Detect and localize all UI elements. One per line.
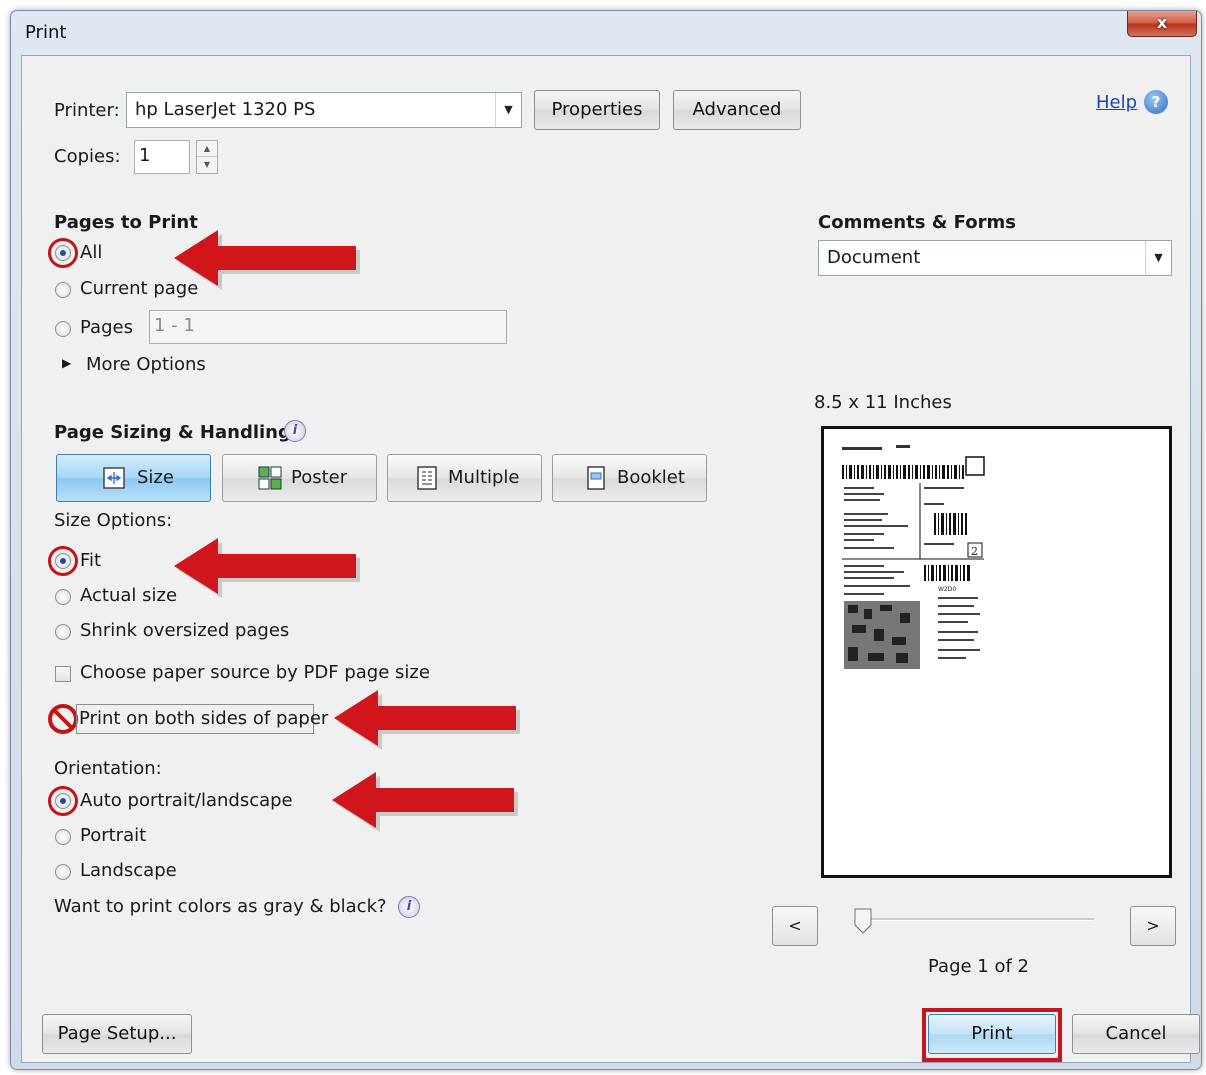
radio-landscape[interactable] [55, 864, 71, 880]
comments-forms-heading: Comments & Forms [818, 212, 1016, 233]
annotation-arrow-icon [174, 230, 360, 290]
multiple-pages-icon [417, 466, 437, 490]
paper-source-label: Choose paper source by PDF page size [80, 662, 430, 683]
info-icon[interactable]: i [284, 420, 306, 442]
printer-select[interactable]: hp LaserJet 1320 PS ▼ [126, 92, 522, 128]
copies-stepper[interactable]: ▲ ▼ [196, 140, 218, 174]
expand-triangle-icon[interactable]: ▶ [62, 356, 71, 370]
radio-shrink-oversized-label: Shrink oversized pages [80, 620, 290, 641]
size-icon [103, 467, 125, 489]
advanced-button[interactable]: Advanced [673, 90, 801, 130]
print-button[interactable]: Print [928, 1014, 1056, 1054]
next-page-button[interactable]: > [1130, 906, 1176, 946]
pages-range-input[interactable]: 1 - 1 [149, 310, 507, 344]
radio-auto-orientation-label: Auto portrait/landscape [80, 790, 293, 811]
grayscale-label: Want to print colors as gray & black? [54, 896, 387, 917]
page-setup-button[interactable]: Page Setup... [42, 1014, 192, 1054]
duplex-option[interactable]: Print on both sides of paper [76, 704, 328, 734]
tab-size-label: Size [137, 467, 174, 488]
comments-forms-value: Document [827, 247, 921, 268]
preview-size-label: 8.5 x 11 Inches [814, 392, 952, 413]
poster-icon [258, 466, 282, 490]
dialog-body: Printer: hp LaserJet 1320 PS ▼ Propertie… [21, 55, 1200, 1063]
chevron-down-icon: ▼ [1145, 241, 1171, 275]
shipping-label-thumbnail: 2 W2D0 [840, 443, 990, 673]
radio-actual-size[interactable] [55, 589, 71, 605]
tab-multiple-label: Multiple [448, 467, 520, 488]
cancel-button[interactable]: Cancel [1072, 1014, 1200, 1054]
radio-current-page[interactable] [55, 282, 71, 298]
radio-auto-orientation[interactable] [55, 793, 71, 809]
help-link[interactable]: Help [1096, 92, 1137, 113]
info-icon[interactable]: i [398, 896, 420, 918]
page-slider-track[interactable] [858, 918, 1094, 921]
annotation-arrow-icon [174, 538, 360, 598]
close-button[interactable]: x [1127, 11, 1197, 37]
tab-multiple[interactable]: Multiple [387, 454, 542, 502]
page-preview: 2 W2D0 [821, 426, 1172, 878]
chevron-down-icon: ▼ [495, 93, 521, 127]
radio-pages[interactable] [55, 321, 71, 337]
copies-label: Copies: [54, 146, 121, 167]
annotation-arrow-icon [332, 772, 518, 832]
page-slider-thumb[interactable] [854, 908, 872, 934]
properties-button[interactable]: Properties [534, 90, 660, 130]
print-dialog: Print x Printer: hp LaserJet 1320 PS ▼ P… [10, 10, 1202, 1070]
radio-actual-size-label: Actual size [80, 585, 178, 606]
stepper-down-icon[interactable]: ▼ [197, 157, 217, 173]
page-status: Page 1 of 2 [928, 956, 1029, 977]
radio-portrait-label: Portrait [80, 825, 147, 846]
comments-forms-select[interactable]: Document ▼ [818, 240, 1172, 276]
tab-size[interactable]: Size [56, 454, 211, 502]
radio-all-label: All [80, 242, 103, 263]
radio-portrait[interactable] [55, 829, 71, 845]
duplex-label: Print on both sides of paper [79, 708, 329, 729]
radio-all[interactable] [55, 245, 71, 261]
stepper-up-icon[interactable]: ▲ [197, 141, 217, 157]
orientation-label: Orientation: [54, 758, 162, 779]
prev-page-button[interactable]: < [772, 906, 818, 946]
help-icon[interactable]: ? [1144, 90, 1168, 114]
tab-booklet-label: Booklet [617, 467, 685, 488]
more-options-toggle[interactable]: More Options [86, 354, 206, 375]
radio-fit-label: Fit [80, 550, 102, 571]
radio-pages-label: Pages [80, 317, 133, 338]
size-options-label: Size Options: [54, 510, 173, 531]
radio-fit[interactable] [55, 553, 71, 569]
tab-booklet[interactable]: Booklet [552, 454, 707, 502]
booklet-icon [587, 466, 605, 490]
tab-poster-label: Poster [291, 467, 348, 488]
tab-poster[interactable]: Poster [222, 454, 377, 502]
prohibited-icon [48, 704, 78, 734]
title-bar: Print x [11, 11, 1201, 55]
paper-source-checkbox[interactable] [55, 666, 71, 682]
page-sizing-heading: Page Sizing & Handling [54, 422, 291, 443]
printer-select-value: hp LaserJet 1320 PS [135, 99, 316, 120]
copies-input[interactable]: 1 [134, 140, 190, 174]
annotation-arrow-icon [334, 690, 520, 750]
label-box-number: 2 [971, 545, 978, 558]
printer-label: Printer: [54, 100, 120, 121]
radio-shrink-oversized[interactable] [55, 624, 71, 640]
window-title: Print [25, 22, 67, 43]
label-code: W2D0 [938, 586, 956, 593]
radio-landscape-label: Landscape [80, 860, 177, 881]
